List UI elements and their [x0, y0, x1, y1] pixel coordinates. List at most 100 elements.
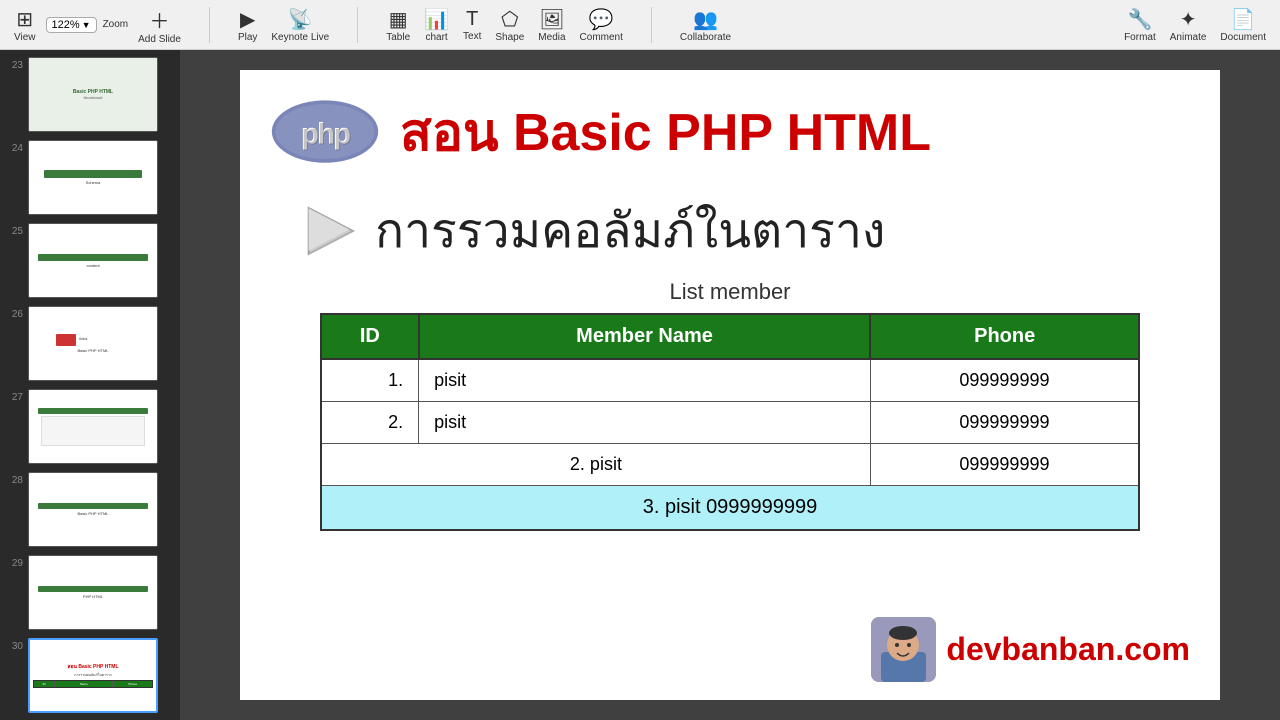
- slide-thumb-23[interactable]: 23 Basic PHP HTMLthumbnail: [5, 55, 175, 134]
- sidebar: 23 Basic PHP HTMLthumbnail 24 Schema 25: [0, 50, 180, 720]
- shape-label: Shape: [495, 32, 524, 43]
- table-row-3-merged: 2. pisit 099999999: [321, 444, 1139, 486]
- add-slide-label: Add Slide: [138, 34, 181, 45]
- th-phone: Phone: [870, 314, 1139, 359]
- collaborate-button[interactable]: 👥 Collaborate: [676, 5, 735, 45]
- zoom-label: Zoom: [103, 19, 129, 30]
- collaborate-label: Collaborate: [680, 32, 731, 43]
- document-button[interactable]: 📄 Document: [1216, 5, 1270, 45]
- keynote-live-icon: 📡: [288, 7, 313, 32]
- svg-text:php: php: [302, 118, 351, 151]
- table-caption: List member: [320, 279, 1140, 305]
- toolbar-collaborate-group: 👥 Collaborate: [676, 5, 735, 45]
- zoom-chevron-icon: ▼: [82, 20, 91, 30]
- toolbar-right-group: 🔧 Format ✦ Animate 📄 Document: [1120, 5, 1270, 45]
- add-slide-icon: ＋: [150, 5, 170, 34]
- comment-button[interactable]: 💬 Comment: [576, 5, 627, 45]
- main-area: 23 Basic PHP HTMLthumbnail 24 Schema 25: [0, 50, 1280, 720]
- td-phone-1: 099999999: [870, 359, 1139, 402]
- member-table: ID Member Name Phone 1. pisit 099999999: [320, 313, 1140, 531]
- slide-thumb-25[interactable]: 25 content: [5, 221, 175, 300]
- php-logo: php php: [270, 92, 380, 172]
- thumb-img-28: Basic PHP HTML: [28, 472, 158, 547]
- slide-num-23: 23: [7, 57, 23, 71]
- table-button[interactable]: ▦ Table: [382, 5, 414, 45]
- watermark: devbanban.com: [871, 617, 1190, 682]
- table-row-2: 2. pisit 099999999: [321, 402, 1139, 444]
- slide-header: php php สอน Basic PHP HTML: [240, 70, 1220, 183]
- slide-num-25: 25: [7, 223, 23, 237]
- canvas-area: php php สอน Basic PHP HTML การรวมคอลัม: [180, 50, 1280, 720]
- separator-2: [357, 7, 358, 43]
- thumb-img-30: สอน Basic PHP HTML การรวมคอลัมภ์ในตาราง …: [28, 638, 158, 713]
- view-button[interactable]: ⊞ View: [10, 5, 40, 45]
- td-phone-3: 099999999: [870, 444, 1139, 486]
- shape-button[interactable]: ⬠ Shape: [491, 5, 528, 45]
- td-merged-4: 3. pisit 0999999999: [321, 486, 1139, 531]
- th-id: ID: [321, 314, 419, 359]
- table-section: List member ID Member Name Phone 1.: [240, 279, 1220, 531]
- play-button[interactable]: ▶ Play: [234, 5, 261, 45]
- slide-thumb-28[interactable]: 28 Basic PHP HTML: [5, 470, 175, 549]
- td-id-2: 2.: [321, 402, 419, 444]
- slide-num-30: 30: [7, 638, 23, 652]
- table-label: Table: [386, 32, 410, 43]
- th-name: Member Name: [419, 314, 871, 359]
- chart-button[interactable]: 📊 chart: [420, 5, 453, 45]
- slide-thumb-27[interactable]: 27: [5, 387, 175, 466]
- table-icon: ▦: [389, 7, 408, 32]
- table-row-1: 1. pisit 099999999: [321, 359, 1139, 402]
- media-button[interactable]: 🖼 Media: [534, 5, 569, 45]
- view-icon: ⊞: [16, 7, 33, 32]
- separator-3: [651, 7, 652, 43]
- slide-canvas: php php สอน Basic PHP HTML การรวมคอลัม: [240, 70, 1220, 700]
- play-icon: ▶: [240, 7, 255, 32]
- document-label: Document: [1220, 32, 1266, 43]
- slide-num-27: 27: [7, 389, 23, 403]
- media-icon: 🖼: [539, 7, 564, 32]
- slide-num-29: 29: [7, 555, 23, 569]
- format-label: Format: [1124, 32, 1156, 43]
- slide-thumb-29[interactable]: 29 PHP HTML: [5, 553, 175, 632]
- media-label: Media: [538, 32, 565, 43]
- slide-subtitle: การรวมคอลัมภ์ในตาราง: [240, 183, 1220, 279]
- slide-thumb-26[interactable]: 26 links Basic PHP HTML: [5, 304, 175, 383]
- comment-icon: 💬: [589, 7, 614, 32]
- td-name-1: pisit: [419, 359, 871, 402]
- toolbar: ⊞ View 122% ▼ Zoom ＋ Add Slide ▶ Play 📡 …: [0, 0, 1280, 50]
- thumb-img-29: PHP HTML: [28, 555, 158, 630]
- toolbar-view-group: ⊞ View 122% ▼ Zoom ＋ Add Slide: [10, 3, 185, 47]
- subtitle-text: การรวมคอลัมภ์ในตาราง: [375, 193, 885, 269]
- thumb-img-25: content: [28, 223, 158, 298]
- text-button[interactable]: T Text: [459, 6, 485, 44]
- thumb-img-23: Basic PHP HTMLthumbnail: [28, 57, 158, 132]
- slide-num-24: 24: [7, 140, 23, 154]
- table-header-row: ID Member Name Phone: [321, 314, 1139, 359]
- slide-num-26: 26: [7, 306, 23, 320]
- td-phone-2: 099999999: [870, 402, 1139, 444]
- td-name-2: pisit: [419, 402, 871, 444]
- thumb-img-26: links Basic PHP HTML: [28, 306, 158, 381]
- chart-label: chart: [425, 32, 447, 43]
- animate-label: Animate: [1170, 32, 1207, 43]
- chart-icon: 📊: [424, 7, 449, 32]
- collaborate-icon: 👥: [693, 7, 718, 32]
- slide-thumb-30[interactable]: 30 สอน Basic PHP HTML การรวมคอลัมภ์ในตาร…: [5, 636, 175, 715]
- view-label: View: [14, 32, 36, 43]
- td-merged-3: 2. pisit: [321, 444, 870, 486]
- zoom-box[interactable]: 122% ▼: [46, 17, 97, 33]
- format-button[interactable]: 🔧 Format: [1120, 5, 1160, 45]
- thumb-img-27: [28, 389, 158, 464]
- td-id-1: 1.: [321, 359, 419, 402]
- keynote-live-label: Keynote Live: [271, 32, 329, 43]
- slide-thumb-24[interactable]: 24 Schema: [5, 138, 175, 217]
- animate-button[interactable]: ✦ Animate: [1166, 5, 1211, 45]
- avatar: [871, 617, 936, 682]
- keynote-live-button[interactable]: 📡 Keynote Live: [267, 5, 333, 45]
- slide-num-28: 28: [7, 472, 23, 486]
- add-slide-button[interactable]: ＋ Add Slide: [134, 3, 185, 47]
- format-icon: 🔧: [1127, 7, 1152, 32]
- zoom-value: 122%: [52, 19, 80, 31]
- text-icon: T: [466, 8, 478, 31]
- toolbar-insert-group: ▦ Table 📊 chart T Text ⬠ Shape 🖼 Media 💬…: [382, 5, 627, 45]
